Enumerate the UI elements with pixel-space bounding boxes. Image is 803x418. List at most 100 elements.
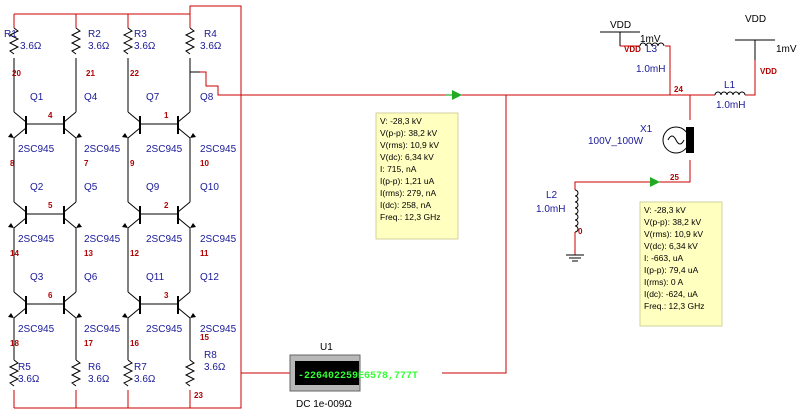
r4-name: R4 <box>204 29 217 40</box>
probe1-line-ipp: I(p-p): 1,21 uA <box>380 176 435 186</box>
probe2-line-ipp: I(p-p): 79,4 uA <box>644 265 699 275</box>
r8-name: R8 <box>204 350 217 361</box>
probe1-line-freq: Freq.: 12,3 GHz <box>380 212 440 222</box>
r2-name: R2 <box>88 29 101 40</box>
node-17: 17 <box>84 339 93 348</box>
node-18: 18 <box>10 339 19 348</box>
part-q9: 2SC945 <box>146 234 183 245</box>
transistor-q5[interactable] <box>50 190 82 250</box>
r6-name: R6 <box>88 362 101 373</box>
q6-name: Q6 <box>84 272 98 283</box>
vdd-left-label: VDD <box>610 20 631 31</box>
r3-value: 3.6Ω <box>134 41 156 52</box>
l2-name: L2 <box>546 190 558 201</box>
part-q6: 2SC945 <box>84 324 121 335</box>
probe1-line-v: V: -28,3 kV <box>380 116 422 126</box>
probe-arrow-1 <box>445 90 462 100</box>
probe2-line-vpp: V(p-p): 38,2 kV <box>644 217 701 227</box>
part-q1: 2SC945 <box>18 144 55 155</box>
node-2: 2 <box>164 201 169 210</box>
probe1-line-i: I: 715, nA <box>380 164 417 174</box>
inductor-L2[interactable]: L2 1.0mH <box>536 189 579 233</box>
transistor-q4[interactable] <box>50 100 82 160</box>
node-10: 10 <box>200 159 209 168</box>
node-9: 9 <box>130 159 135 168</box>
ground-symbol <box>566 254 584 262</box>
r3-name: R3 <box>134 29 147 40</box>
node-13: 13 <box>84 249 93 258</box>
resistor-R8[interactable] <box>184 340 196 387</box>
probe1-line-vdc: V(dc): 6,34 kV <box>380 152 434 162</box>
r5-value: 3.6Ω <box>18 374 40 385</box>
part-q10: 2SC945 <box>200 234 237 245</box>
q8-name: Q8 <box>200 92 214 103</box>
node-14: 14 <box>10 249 19 258</box>
vdd-right-value: 1mV <box>776 44 797 55</box>
q9-name: Q9 <box>146 182 160 193</box>
node-8: 8 <box>10 159 15 168</box>
vdd-right-label: VDD <box>745 14 766 25</box>
vdd-right-tag: VDD <box>760 67 777 76</box>
part-q2: 2SC945 <box>18 234 55 245</box>
node-24: 24 <box>674 85 683 94</box>
node-12: 12 <box>130 249 139 258</box>
probe2-line-v: V: -28,3 kV <box>644 205 686 215</box>
r1-name: R1 <box>4 29 17 40</box>
probe-arrow-2 <box>650 177 660 187</box>
node-11: 11 <box>200 249 209 258</box>
node-4: 4 <box>48 111 53 120</box>
circuit-schematic: R1 3.6Ω R2 3.6Ω R3 3.6Ω R4 3.6Ω R5 3.6Ω … <box>4 5 797 410</box>
q4-name: Q4 <box>84 92 98 103</box>
l2-value: 1.0mH <box>536 204 565 215</box>
transistor-q6[interactable] <box>50 280 82 340</box>
probe2-line-irms: I(rms): 0 A <box>644 277 684 287</box>
r2-value: 3.6Ω <box>88 41 110 52</box>
r6-value: 3.6Ω <box>88 374 110 385</box>
r4-value: 3.6Ω <box>200 41 222 52</box>
probe-box-1[interactable]: V: -28,3 kV V(p-p): 38,2 kV V(rms): 10,9… <box>375 112 459 240</box>
node-16: 16 <box>130 339 139 348</box>
part-q4: 2SC945 <box>84 144 121 155</box>
lamp-rating: 100V_100W <box>588 136 644 147</box>
resistor-R3[interactable] <box>122 27 134 100</box>
meter-reading: -226402259E6578,777T <box>298 371 418 382</box>
r1-value: 3.6Ω <box>20 41 42 52</box>
node-25: 25 <box>670 173 679 182</box>
q5-name: Q5 <box>84 182 98 193</box>
probe2-line-vrms: V(rms): 10,9 kV <box>644 229 703 239</box>
r8-value: 3.6Ω <box>204 362 226 373</box>
l3-value: 1.0mH <box>636 64 665 75</box>
node-15: 15 <box>200 333 209 342</box>
resistor-R4[interactable] <box>184 27 200 100</box>
probe1-line-irms: I(rms): 279, nA <box>380 188 437 198</box>
multimeter-U1[interactable]: U1 + -226402259E6578,777T DC 1e-009Ω <box>289 342 418 410</box>
q2-name: Q2 <box>30 182 44 193</box>
l1-value: 1.0mH <box>716 100 745 111</box>
node-20: 20 <box>12 69 21 78</box>
meter-mode: DC 1e-009Ω <box>296 399 352 410</box>
node-22: 22 <box>130 69 139 78</box>
probe1-line-idc: I(dc): 258, nA <box>380 200 431 210</box>
q12-name: Q12 <box>200 272 219 283</box>
node-1: 1 <box>164 111 169 120</box>
inductor-L1[interactable]: L1 1.0mH <box>714 80 746 111</box>
probe2-line-idc: I(dc): -624, uA <box>644 289 698 299</box>
node-0: 0 <box>578 227 583 236</box>
node-3: 3 <box>164 291 169 300</box>
part-q8: 2SC945 <box>200 144 237 155</box>
q10-name: Q10 <box>200 182 219 193</box>
part-q5: 2SC945 <box>84 234 121 245</box>
q3-name: Q3 <box>30 272 44 283</box>
resistor-R2[interactable] <box>70 27 82 100</box>
node-23: 23 <box>194 391 203 400</box>
q1-name: Q1 <box>30 92 44 103</box>
resistor-R6[interactable] <box>70 340 82 387</box>
node-7: 7 <box>84 159 89 168</box>
lamp-X1[interactable]: X1 100V_100W <box>588 124 694 154</box>
vdd-source-right[interactable]: VDD 1mV VDD <box>735 14 797 76</box>
part-q3: 2SC945 <box>18 324 55 335</box>
q7-name: Q7 <box>146 92 160 103</box>
probe-box-2[interactable]: V: -28,3 kV V(p-p): 38,2 kV V(rms): 10,9… <box>639 201 723 327</box>
r7-value: 3.6Ω <box>134 374 156 385</box>
l1-name: L1 <box>724 80 736 91</box>
